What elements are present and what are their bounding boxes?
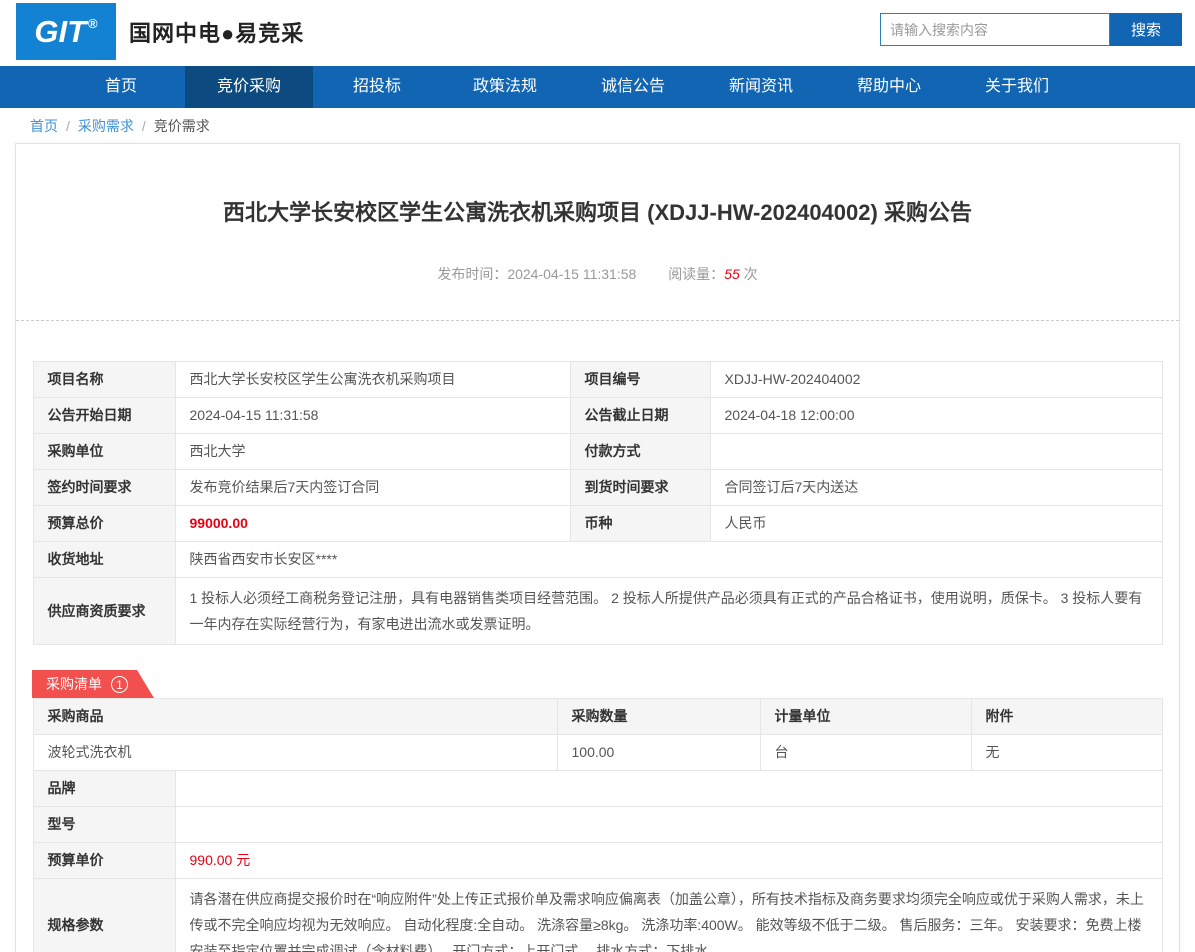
brand-value — [174, 770, 1163, 807]
column-header: 采购商品 — [32, 698, 558, 735]
main-nav: 首页 竞价采购 招投标 政策法规 诚信公告 新闻资讯 帮助中心 关于我们 — [0, 66, 1195, 108]
product-name: 波轮式洗衣机 — [32, 734, 558, 771]
product-unit: 台 — [759, 734, 972, 771]
field-label: 公告开始日期 — [32, 397, 176, 434]
field-value: 2024-04-18 12:00:00 — [709, 397, 1163, 434]
table-row: 品牌 — [32, 770, 1163, 807]
git-logo-icon: GIT ® — [16, 3, 116, 60]
breadcrumb-home[interactable]: 首页 — [30, 116, 58, 136]
announcement-meta: 发布时间：2024-04-15 11:31:58 阅读量：55 次 — [16, 264, 1179, 284]
page-title: 西北大学长安校区学生公寓洗衣机采购项目 (XDJJ-HW-202404002) … — [223, 200, 972, 225]
logo-text: GIT — [34, 13, 87, 49]
table-row: 预算单价 990.00 元 — [32, 842, 1163, 879]
views-unit: 次 — [743, 266, 758, 282]
field-value — [709, 433, 1163, 470]
product-table: 采购商品 采购数量 计量单位 附件 波轮式洗衣机 100.00 台 无 — [32, 698, 1163, 771]
views-label: 阅读量： — [668, 266, 725, 282]
field-value: 陕西省西安市长安区**** — [174, 541, 1163, 578]
field-label: 收货地址 — [32, 541, 176, 578]
views-group: 阅读量：55 次 — [668, 266, 757, 282]
breadcrumb-current: 竞价需求 — [153, 117, 210, 134]
nav-item-about[interactable]: 关于我们 — [953, 66, 1081, 108]
field-label: 付款方式 — [569, 433, 711, 470]
product-detail-table: 品牌 型号 预算单价 990.00 元 规格参数 请各潜在供应商提交报价时在“响… — [32, 770, 1163, 952]
breadcrumb-purchase-demand[interactable]: 采购需求 — [78, 116, 134, 136]
column-header: 计量单位 — [759, 698, 972, 735]
column-header: 附件 — [970, 698, 1163, 735]
field-label: 采购单位 — [32, 433, 176, 470]
breadcrumb: 首页 / 采购需求 / 竞价需求 — [0, 108, 1195, 143]
search-input[interactable] — [880, 13, 1110, 46]
field-value: 西北大学长安校区学生公寓洗衣机采购项目 — [174, 361, 571, 398]
nav-item-home[interactable]: 首页 — [57, 66, 185, 108]
table-row: 签约时间要求 发布竞价结果后7天内签订合同 到货时间要求 合同签订后7天内送达 — [32, 469, 1163, 506]
field-value: 合同签订后7天内送达 — [709, 469, 1163, 506]
field-label: 币种 — [569, 505, 711, 542]
breadcrumb-separator: / — [66, 117, 70, 134]
table-row: 采购单位 西北大学 付款方式 — [32, 433, 1163, 470]
field-label: 预算单价 — [32, 842, 176, 879]
table-header-row: 采购商品 采购数量 计量单位 附件 — [32, 698, 1163, 735]
spec-params-value: 请各潜在供应商提交报价时在“响应附件”处上传正式报价单及需求响应偏离表（加盖公章… — [174, 878, 1163, 952]
publish-time-value: 2024-04-15 11:31:58 — [507, 266, 637, 282]
field-value: 2024-04-15 11:31:58 — [174, 397, 571, 434]
column-header: 采购数量 — [556, 698, 761, 735]
field-label: 品牌 — [32, 770, 176, 807]
supplier-qualification-value: 1 投标人必须经工商税务登记注册，具有电器销售类项目经营范围。 2 投标人所提供… — [174, 577, 1163, 645]
field-value: XDJJ-HW-202404002 — [709, 361, 1163, 398]
nav-item-tender[interactable]: 招投标 — [313, 66, 441, 108]
site-logo[interactable]: GIT ® 国网中电●易竞采 — [16, 3, 304, 60]
field-label: 预算总价 — [32, 505, 176, 542]
badge-count-circle-icon: 1 — [111, 676, 128, 693]
publish-time-label: 发布时间： — [437, 266, 508, 282]
field-label: 到货时间要求 — [569, 469, 711, 506]
badge-label: 采购清单 — [46, 676, 102, 692]
table-row: 预算总价 99000.00 币种 人民币 — [32, 505, 1163, 542]
nav-item-news[interactable]: 新闻资讯 — [697, 66, 825, 108]
field-label: 供应商资质要求 — [32, 577, 176, 645]
views-count: 55 — [724, 266, 740, 282]
table-row: 公告开始日期 2024-04-15 11:31:58 公告截止日期 2024-0… — [32, 397, 1163, 434]
table-row: 波轮式洗衣机 100.00 台 无 — [32, 734, 1163, 771]
model-value — [174, 806, 1163, 843]
field-label: 签约时间要求 — [32, 469, 176, 506]
product-attachment: 无 — [970, 734, 1163, 771]
field-label: 项目编号 — [569, 361, 711, 398]
table-row: 项目名称 西北大学长安校区学生公寓洗衣机采购项目 项目编号 XDJJ-HW-20… — [32, 361, 1163, 398]
project-info-table: 项目名称 西北大学长安校区学生公寓洗衣机采购项目 项目编号 XDJJ-HW-20… — [32, 361, 1163, 645]
purchase-list-badge: 采购清单 1 — [32, 670, 154, 698]
budget-total-value: 99000.00 — [174, 505, 571, 542]
breadcrumb-separator: / — [141, 117, 146, 134]
site-header: GIT® 国网中电●易竞采 搜索 — [0, 0, 1195, 66]
field-label: 公告截止日期 — [569, 397, 711, 434]
search-button[interactable]: 搜索 — [1110, 13, 1182, 46]
registered-mark: ® — [88, 16, 98, 31]
field-value: 人民币 — [709, 505, 1163, 542]
field-label: 型号 — [32, 806, 176, 843]
nav-item-help[interactable]: 帮助中心 — [825, 66, 953, 108]
nav-item-bidding-purchase[interactable]: 竞价采购 — [185, 66, 313, 108]
table-row: 规格参数 请各潜在供应商提交报价时在“响应附件”处上传正式报价单及需求响应偏离表… — [32, 878, 1163, 952]
site-name: 国网中电●易竞采 — [129, 20, 305, 46]
field-value: 西北大学 — [174, 433, 571, 470]
field-label: 规格参数 — [32, 878, 176, 952]
field-label: 项目名称 — [32, 361, 176, 398]
search-bar: 搜索 — [880, 13, 1182, 46]
table-row: 供应商资质要求 1 投标人必须经工商税务登记注册，具有电器销售类项目经营范围。 … — [32, 577, 1163, 645]
field-value: 发布竞价结果后7天内签订合同 — [174, 469, 571, 506]
unit-price-value: 990.00 元 — [174, 842, 1163, 879]
table-row: 型号 — [32, 806, 1163, 843]
nav-item-policy[interactable]: 政策法规 — [441, 66, 569, 108]
product-quantity: 100.00 — [556, 734, 761, 771]
nav-item-integrity[interactable]: 诚信公告 — [569, 66, 697, 108]
table-row: 收货地址 陕西省西安市长安区**** — [32, 541, 1163, 578]
dashed-divider — [16, 320, 1179, 321]
announcement-card: 西北大学长安校区学生公寓洗衣机采购项目 (XDJJ-HW-202404002) … — [15, 143, 1180, 952]
